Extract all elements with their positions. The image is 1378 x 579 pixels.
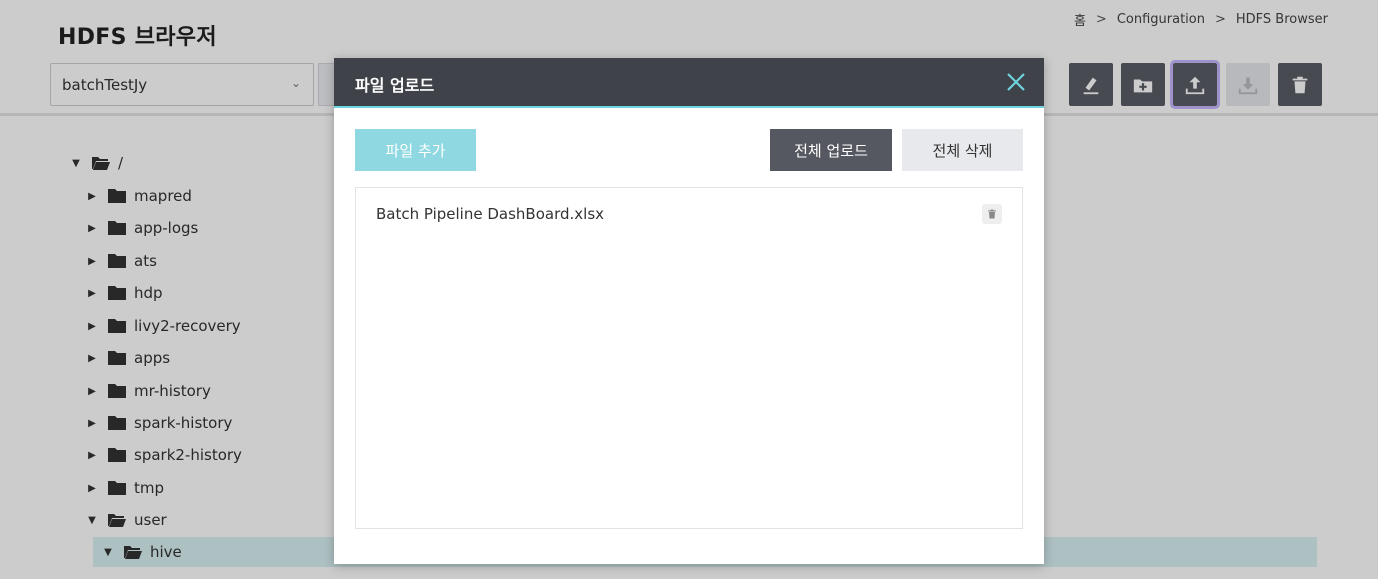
file-name: Batch Pipeline DashBoard.xlsx [376,205,605,223]
modal-header: 파일 업로드 [334,58,1044,108]
add-file-button[interactable]: 파일 추가 [355,129,476,171]
delete-all-button[interactable]: 전체 삭제 [902,129,1023,171]
close-icon[interactable] [1006,72,1026,92]
file-list-item: Batch Pipeline DashBoard.xlsx [356,198,1022,230]
remove-file-button[interactable] [982,204,1002,224]
file-list: Batch Pipeline DashBoard.xlsx [355,187,1023,529]
modal-title: 파일 업로드 [355,76,435,95]
trash-icon [988,209,996,219]
upload-all-button[interactable]: 전체 업로드 [770,129,892,171]
upload-modal: 파일 업로드 파일 추가 전체 업로드 전체 삭제 Batch Pipeline… [334,58,1044,564]
